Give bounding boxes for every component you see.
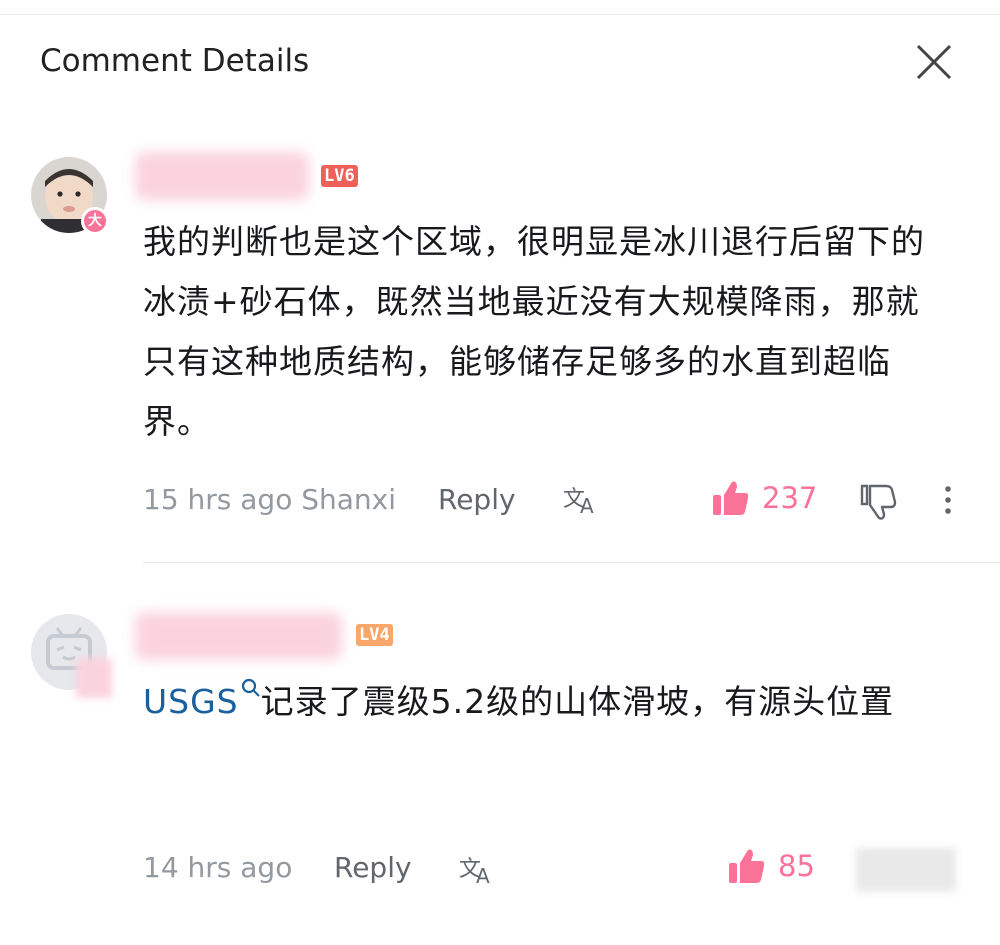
search-icon[interactable] [239, 676, 261, 706]
like-count: 85 [778, 849, 815, 883]
more-button[interactable] [938, 482, 958, 522]
thumbs-up-icon [729, 849, 765, 883]
level-badge: LV4 [356, 624, 393, 646]
comment-time: 14 hrs ago [143, 851, 293, 884]
more-vertical-icon [945, 486, 951, 514]
svg-text:A: A [476, 864, 490, 888]
svg-text:A: A [580, 494, 594, 518]
translate-button[interactable]: 文 A [458, 850, 498, 890]
comment-time-location: 15 hrs ago Shanxi [143, 483, 397, 516]
avatar[interactable]: 大 [31, 157, 109, 235]
dislike-button[interactable] [858, 482, 898, 522]
usgs-link[interactable]: USGS [143, 682, 239, 721]
translate-icon: 文 A [563, 487, 594, 518]
top-divider [0, 14, 1000, 15]
thumbs-up-icon [713, 481, 749, 515]
comment-text-body: 记录了震级5.2级的山体滑坡，有源头位置 [260, 682, 895, 721]
close-button[interactable] [908, 38, 960, 90]
comment-text: 我的判断也是这个区域，很明显是冰川退行后留下的冰渍+砂石体，既然当地最近没有大规… [143, 222, 925, 441]
avatar-badge-redacted [76, 658, 112, 698]
username-redacted[interactable] [135, 152, 309, 200]
translate-button[interactable]: 文 A [562, 480, 602, 520]
username-redacted[interactable] [135, 612, 342, 660]
like-count: 237 [762, 481, 818, 515]
page-title: Comment Details [40, 43, 310, 79]
avatar-badge: 大 [81, 207, 109, 235]
thumbs-down-icon [860, 484, 897, 520]
translate-icon: 文 A [459, 857, 490, 888]
comment-divider [143, 562, 1000, 563]
reply-button[interactable]: Reply [334, 848, 412, 888]
close-icon [916, 44, 952, 80]
comment-text: USGS 记录了震级5.2级的山体滑坡，有源头位置 [143, 672, 943, 732]
level-badge: LV6 [321, 165, 358, 187]
like-button[interactable]: 85 [728, 846, 828, 886]
reply-button[interactable]: Reply [438, 480, 516, 520]
like-button[interactable]: 237 [712, 478, 822, 518]
actions-redacted [856, 848, 956, 892]
